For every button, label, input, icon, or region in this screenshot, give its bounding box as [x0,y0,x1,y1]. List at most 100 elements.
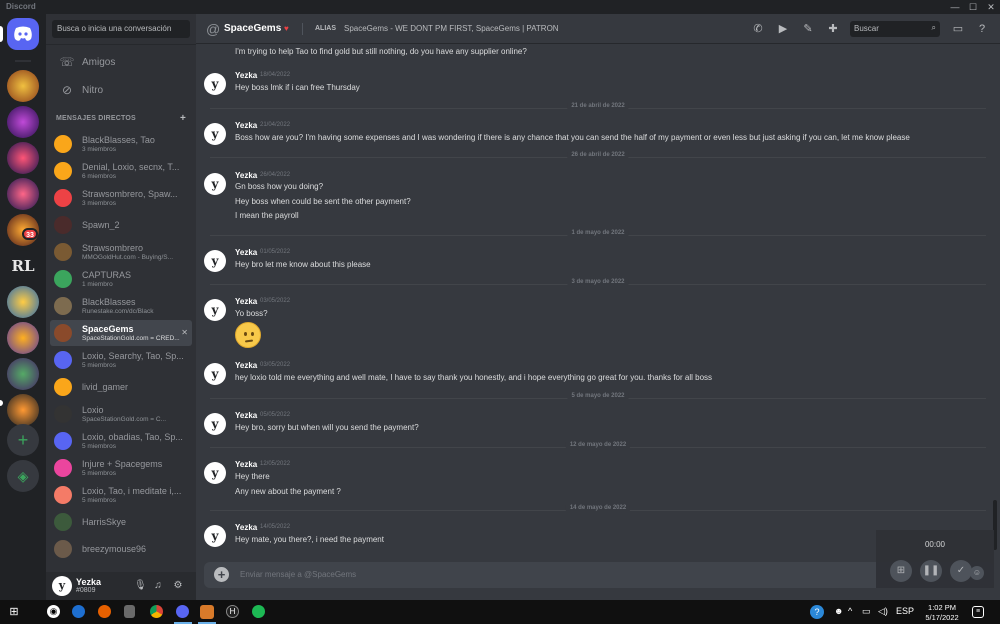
settings-gear-icon[interactable]: ⚙ [172,580,184,592]
dm-item[interactable]: Injure + Spacegems 5 miembros [50,455,192,481]
edge-browser-icon[interactable] [72,605,85,618]
people-icon[interactable]: ☻ [834,606,843,616]
keyboard-language[interactable]: ESP [896,606,914,616]
mention-badge: 33 [22,228,38,240]
user-avatar[interactable]: y [52,576,72,596]
server-icon-9[interactable] [7,358,39,390]
server-icon-10[interactable] [7,394,39,426]
app-icon-1[interactable]: ◉ [47,605,60,618]
rail-separator [15,60,31,62]
dm-item[interactable]: Spawn_2 [50,212,192,238]
dm-item[interactable]: breezymouse96 [50,536,192,562]
server-icon-space-suppliers[interactable] [7,142,39,174]
message-author[interactable]: Yezka [235,297,257,306]
dm-item[interactable]: Loxio, obadias, Tao, Sp... 5 miembros [50,428,192,454]
message-avatar[interactable]: y [204,250,226,272]
date-separator-label: 1 de mayo de 2022 [567,230,629,236]
pinned-messages-icon[interactable]: ✎ [801,22,815,36]
dm-item[interactable]: Loxio SpaceStationGold.com = C... [50,401,192,427]
tray-chevron-icon[interactable]: ^ [848,606,852,616]
date-separator: 21 de abril de 2022 [210,103,986,109]
server-icon-1[interactable] [7,70,39,102]
message-avatar[interactable]: y [204,413,226,435]
close-dm-icon[interactable]: ✕ [181,328,188,337]
message-avatar[interactable]: y [204,525,226,547]
add-friends-to-dm-icon[interactable]: ✚ [826,22,840,36]
server-icon-7[interactable] [7,286,39,318]
dm-item[interactable]: Loxio, Searchy, Tao, Sp... 5 miembros [50,347,192,373]
nav-nitro-label: Nitro [82,84,104,96]
server-icon-space-raffles[interactable] [7,178,39,210]
dm-item[interactable]: Strawsombrero MMOGoldHut.com - Buying/S..… [50,239,192,265]
find-conversation-input[interactable]: Busca o inicia una conversación [52,20,190,38]
message-author[interactable]: Yezka [235,361,257,370]
server-icon-rl[interactable]: RL [7,250,39,282]
server-icon-8[interactable] [7,322,39,354]
message-avatar[interactable]: y [204,462,226,484]
message-author[interactable]: Yezka [235,460,257,469]
message-avatar[interactable]: y [204,173,226,195]
message-avatar[interactable]: y [204,299,226,321]
emoji-icon[interactable]: ☺ [970,566,984,580]
create-dm-button[interactable]: + [180,113,186,124]
discord-taskbar-icon[interactable] [176,605,189,618]
maximize-button[interactable]: ☐ [964,0,982,14]
headphones-icon[interactable]: ♫ [152,580,164,592]
video-call-icon[interactable]: ▶ [776,22,790,36]
home-button[interactable] [7,18,39,50]
add-server-button[interactable]: + [7,424,39,456]
explore-servers-button[interactable]: ◈ [7,460,39,492]
dm-item[interactable]: Denial, Loxio, secnx, T... 6 miembros [50,158,192,184]
user-tag: #0809 [76,587,96,594]
dm-item[interactable]: CAPTURAS 1 miembro [50,266,192,292]
message-author[interactable]: Yezka [235,411,257,420]
gift-icon[interactable]: ⊞ [890,560,912,582]
network-icon[interactable]: ▭ [862,606,871,617]
dm-item[interactable]: Loxio, Tao, i meditate i,... 5 miembros [50,482,192,508]
upload-plus-icon[interactable]: + [214,567,229,582]
pause-icon[interactable]: ❚❚ [920,560,942,582]
message-avatar[interactable]: y [204,123,226,145]
inbox-icon[interactable]: ▭ [951,22,965,36]
check-icon[interactable]: ✓ [950,560,972,582]
message-author[interactable]: Yezka [235,171,257,180]
voice-call-icon[interactable]: ✆ [751,22,765,36]
dm-item[interactable]: BlackBlasses, Tao 3 miembros [50,131,192,157]
dm-item[interactable]: Strawsombrero, Spaw... 3 miembros [50,185,192,211]
app-icon-8[interactable]: H [226,605,239,618]
notifications-icon[interactable]: ≡ [972,606,984,618]
nav-nitro[interactable]: ⊘ Nitro [52,79,190,101]
firefox-icon[interactable] [98,605,111,618]
dm-avatar [54,135,72,153]
search-input[interactable]: Buscar ⌕ [850,21,940,37]
message-input[interactable]: Enviar mensaje a @SpaceGems [240,570,356,579]
dm-avatar [54,351,72,369]
message-avatar[interactable]: y [204,363,226,385]
minimize-button[interactable]: — [946,0,964,14]
message-author[interactable]: Yezka [235,248,257,257]
message-author[interactable]: Yezka [235,121,257,130]
app-icon-7[interactable] [200,605,214,619]
dm-item[interactable]: SpaceGems SpaceStationGold.com = CRED... ✕ [50,320,192,346]
message-author[interactable]: Yezka [235,523,257,532]
dm-item[interactable]: BlackBlasses Runestake.com/dc/Black [50,293,192,319]
system-clock[interactable]: 1:02 PM 5/17/2022 [916,603,968,623]
calculator-icon[interactable] [124,605,135,618]
dm-item[interactable]: livid_gamer [50,374,192,400]
volume-icon[interactable]: ◁) [878,606,888,617]
help-tray-icon[interactable]: ? [810,605,824,619]
dm-name: HarrisSkye [82,517,127,527]
spotify-icon[interactable] [252,605,265,618]
dm-avatar [54,297,72,315]
chrome-icon[interactable] [150,605,163,618]
dm-item[interactable]: HarrisSkye [50,509,192,535]
message-author[interactable]: Yezka [235,71,257,80]
windows-start-icon[interactable]: ⊞ [6,604,22,620]
server-icon-2[interactable] [7,106,39,138]
help-icon[interactable]: ? [975,22,989,36]
nav-friends[interactable]: ☏ Amigos [52,51,190,73]
dm-name: CAPTURAS [82,270,132,280]
close-button[interactable]: ✕ [982,0,1000,14]
microphone-icon[interactable]: 🎙︎ [134,580,147,592]
message-avatar[interactable]: y [204,73,226,95]
